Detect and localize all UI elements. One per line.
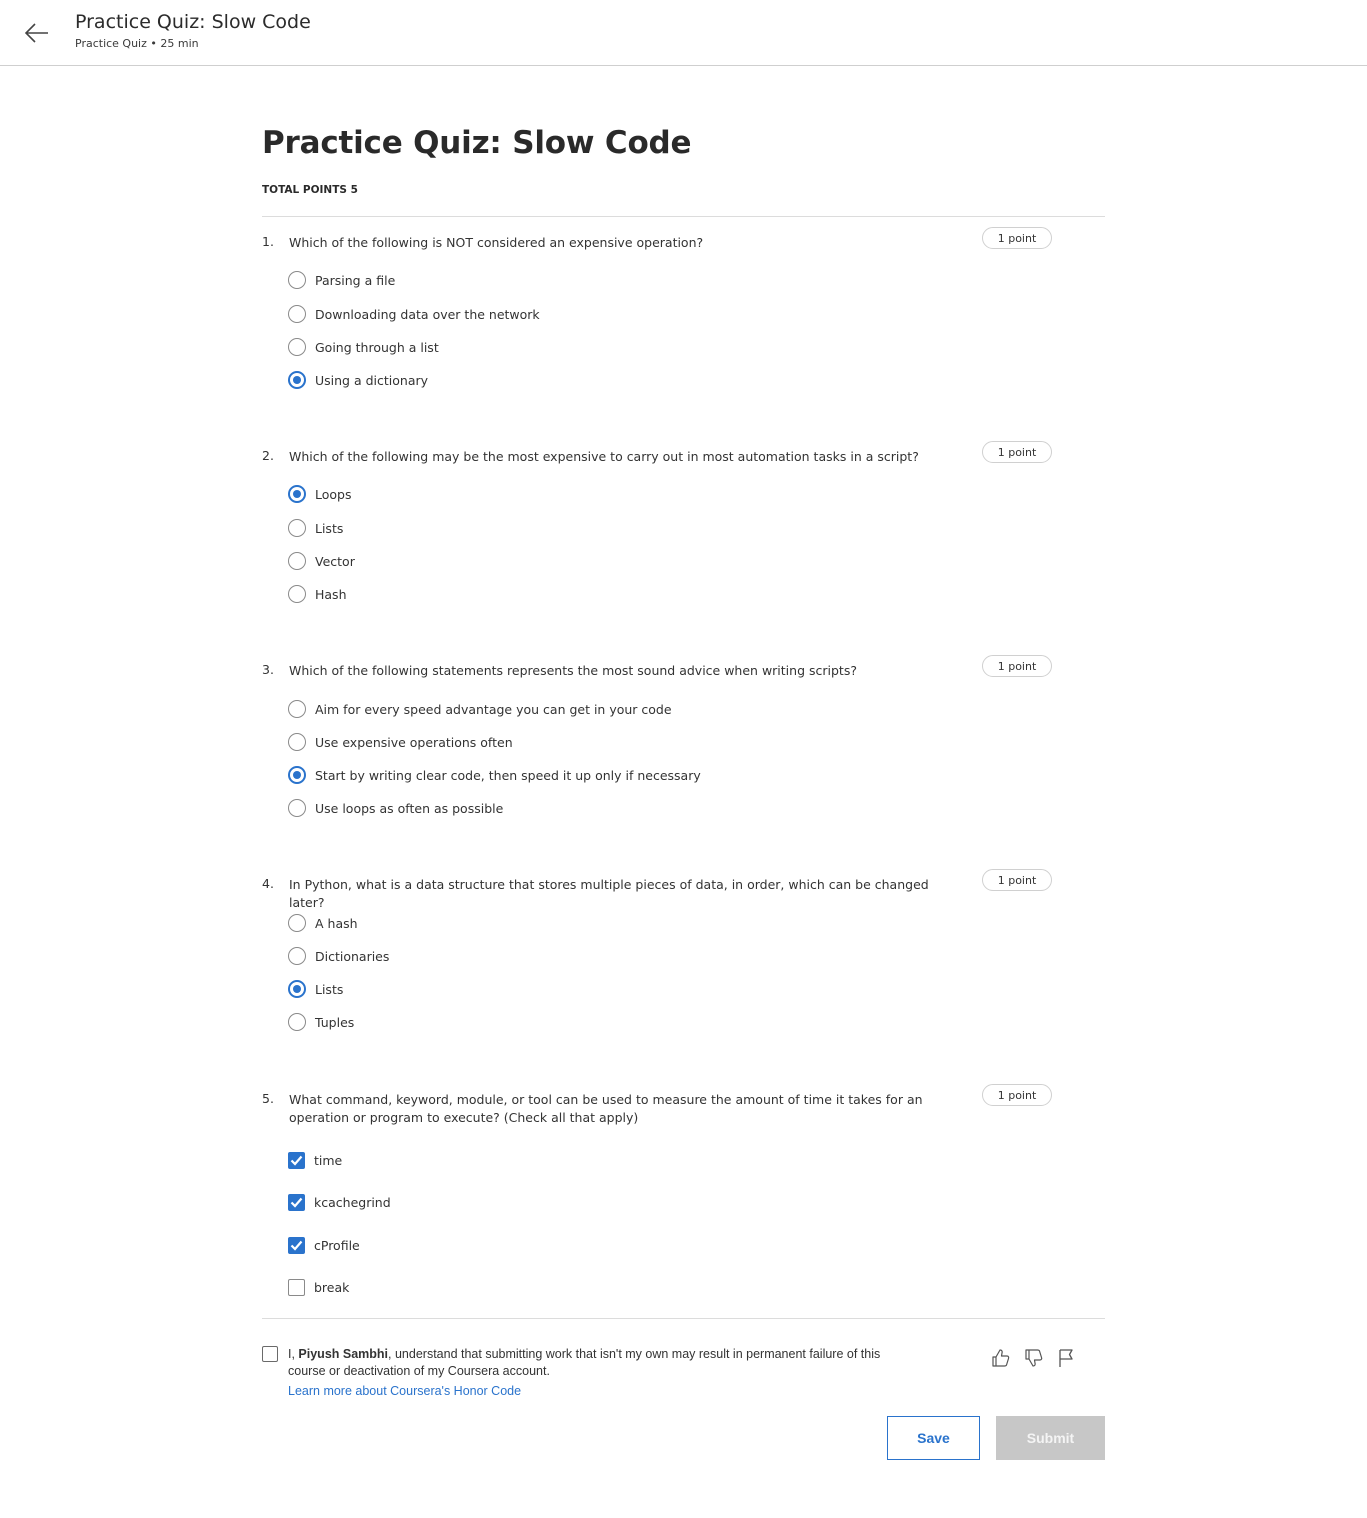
question-number: 5. (262, 1091, 274, 1106)
checkbox[interactable] (288, 1278, 305, 1296)
answer-option[interactable]: Going through a list (288, 336, 439, 358)
honor-code-text: I, Piyush Sambhi, understand that submit… (288, 1346, 908, 1380)
option-label: Dictionaries (315, 948, 390, 964)
question-number: 3. (262, 662, 274, 677)
learner-name: Piyush Sambhi (298, 1347, 389, 1361)
submit-button[interactable]: Submit (996, 1416, 1105, 1460)
header-title: Practice Quiz: Slow Code (75, 11, 311, 33)
option-label: Use expensive operations often (315, 734, 513, 750)
radio-button[interactable] (288, 1013, 306, 1031)
option-label: Start by writing clear code, then speed … (315, 767, 701, 783)
option-label: Tuples (315, 1014, 355, 1030)
radio-button[interactable] (288, 799, 306, 817)
radio-button[interactable] (288, 914, 306, 932)
radio-button[interactable] (288, 766, 306, 784)
checkbox[interactable] (288, 1151, 305, 1169)
answer-option[interactable]: Loops (288, 483, 352, 505)
divider (262, 216, 1105, 217)
answer-option[interactable]: cProfile (288, 1234, 360, 1256)
question-text: Which of the following is NOT considered… (289, 235, 704, 250)
answer-option[interactable]: time (288, 1149, 342, 1171)
answer-option[interactable]: Using a dictionary (288, 369, 428, 391)
answer-option[interactable]: Hash (288, 583, 347, 605)
radio-button[interactable] (288, 552, 306, 570)
option-label: Going through a list (315, 339, 439, 355)
question-text: What command, keyword, module, or tool c… (289, 1092, 923, 1125)
answer-option[interactable]: Start by writing clear code, then speed … (288, 764, 701, 786)
points-badge: 1 point (982, 441, 1052, 463)
question-number: 4. (262, 876, 274, 891)
option-label: break (314, 1279, 350, 1295)
points-badge: 1 point (982, 655, 1052, 677)
question-number: 2. (262, 448, 274, 463)
honor-code-checkbox[interactable] (262, 1346, 278, 1362)
answer-option[interactable]: Lists (288, 517, 343, 539)
answer-option[interactable]: Use loops as often as possible (288, 797, 503, 819)
radio-button[interactable] (288, 271, 306, 289)
option-label: Use loops as often as possible (315, 800, 504, 816)
honor-code-link[interactable]: Learn more about Coursera's Honor Code (288, 1384, 521, 1398)
top-bar: Practice Quiz: Slow Code Practice Quiz •… (0, 0, 1367, 66)
option-label: Lists (315, 981, 344, 997)
answer-option[interactable]: Vector (288, 550, 355, 572)
answer-option[interactable]: Lists (288, 978, 343, 1000)
thumbs-down-icon[interactable] (1022, 1346, 1046, 1370)
points-badge: 1 point (982, 869, 1052, 891)
answer-option[interactable]: break (288, 1276, 349, 1298)
total-points: TOTAL POINTS 5 (262, 184, 358, 196)
answer-option[interactable]: Use expensive operations often (288, 731, 513, 753)
checkbox[interactable] (288, 1193, 305, 1211)
option-label: Lists (315, 520, 344, 536)
radio-button[interactable] (288, 485, 306, 503)
question-text: In Python, what is a data structure that… (289, 877, 929, 910)
page-title: Practice Quiz: Slow Code (262, 125, 692, 161)
radio-button[interactable] (288, 338, 306, 356)
answer-option[interactable]: kcachegrind (288, 1191, 391, 1213)
header-subtitle: Practice Quiz • 25 min (75, 37, 199, 50)
option-label: Using a dictionary (315, 372, 429, 388)
option-label: cProfile (314, 1237, 360, 1253)
radio-button[interactable] (288, 371, 306, 389)
option-label: Vector (315, 553, 355, 569)
option-label: Parsing a file (315, 272, 396, 288)
honor-prefix: I, (288, 1347, 299, 1361)
answer-option[interactable]: Parsing a file (288, 269, 395, 291)
radio-button[interactable] (288, 305, 306, 323)
answer-option[interactable]: Aim for every speed advantage you can ge… (288, 698, 672, 720)
thumbs-up-icon[interactable] (989, 1346, 1013, 1370)
option-label: Aim for every speed advantage you can ge… (315, 701, 672, 717)
option-label: Downloading data over the network (315, 306, 540, 322)
back-arrow-icon[interactable] (20, 16, 54, 50)
option-label: Loops (315, 486, 352, 502)
radio-button[interactable] (288, 947, 306, 965)
option-label: time (314, 1152, 343, 1168)
option-label: A hash (315, 915, 358, 931)
divider (262, 1318, 1105, 1319)
option-label: Hash (315, 586, 347, 602)
question-text: Which of the following statements repres… (289, 663, 857, 678)
radio-button[interactable] (288, 519, 306, 537)
checkbox[interactable] (288, 1236, 305, 1254)
save-button[interactable]: Save (887, 1416, 980, 1460)
points-badge: 1 point (982, 1084, 1052, 1106)
radio-button[interactable] (288, 585, 306, 603)
answer-option[interactable]: Tuples (288, 1011, 354, 1033)
answer-option[interactable]: Downloading data over the network (288, 303, 540, 325)
answer-option[interactable]: Dictionaries (288, 945, 389, 967)
radio-button[interactable] (288, 980, 306, 998)
question-number: 1. (262, 234, 274, 249)
option-label: kcachegrind (314, 1194, 391, 1210)
radio-button[interactable] (288, 733, 306, 751)
radio-button[interactable] (288, 700, 306, 718)
question-text: Which of the following may be the most e… (289, 449, 919, 464)
answer-option[interactable]: A hash (288, 912, 358, 934)
points-badge: 1 point (982, 227, 1052, 249)
flag-icon[interactable] (1054, 1346, 1078, 1370)
